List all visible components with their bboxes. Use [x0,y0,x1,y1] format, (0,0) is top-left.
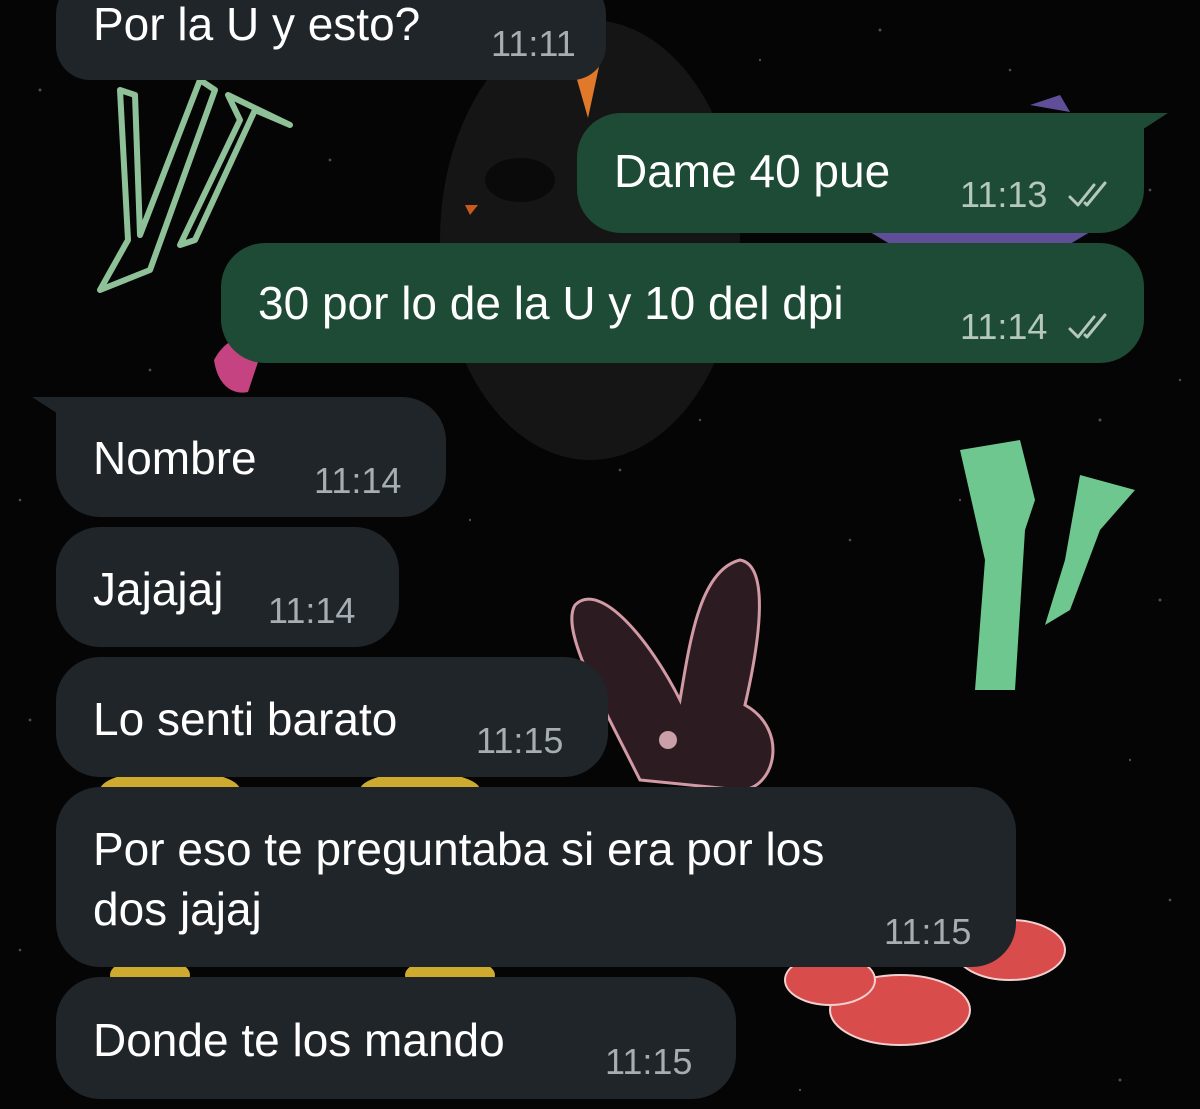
message-timestamp: 11:15 [605,1041,693,1082]
message-text: Nombre [93,432,257,484]
message-timestamp: 11:15 [884,911,972,952]
message-bubble-incoming[interactable]: Nombre 11:14 [56,397,446,517]
message-text: Donde te los mando [93,1014,505,1066]
message-text: Lo senti barato [93,693,398,745]
message-text: Jajajaj [93,563,224,615]
message-bubble-incoming[interactable]: Donde te los mando 11:15 [56,977,736,1099]
message-text-line: dos jajaj [93,883,262,935]
message-timestamp: 11:13 [960,174,1048,215]
message-timestamp: 11:15 [476,720,564,761]
message-timestamp: 11:14 [960,306,1048,347]
bubble-tail [1134,113,1168,135]
message-bubble-incoming[interactable]: Por eso te preguntaba si era por los dos… [56,787,1016,967]
message-text: 30 por lo de la U y 10 del dpi [258,277,844,329]
message-bubble-incoming[interactable]: Por la U y esto? 11:11 [56,0,606,80]
double-check-icon [1068,313,1107,339]
message-timestamp: 11:14 [268,590,356,631]
message-bubble-incoming[interactable]: Jajajaj 11:14 [56,527,399,647]
message-bubble-outgoing[interactable]: Dame 40 pue 11:13 [577,113,1144,233]
double-check-icon [1068,181,1107,207]
chat-screen: Por la U y esto? 11:11 Dame 40 pue 11:13… [0,0,1200,1109]
message-timestamp: 11:14 [314,460,402,501]
message-timestamp: 11:11 [491,23,576,64]
message-bubble-incoming[interactable]: Lo senti barato 11:15 [56,657,608,777]
message-text-line: Por eso te preguntaba si era por los [93,823,825,875]
message-text: Por la U y esto? [93,0,421,50]
message-bubble-outgoing[interactable]: 30 por lo de la U y 10 del dpi 11:14 [221,243,1144,363]
message-text: Dame 40 pue [614,145,891,197]
